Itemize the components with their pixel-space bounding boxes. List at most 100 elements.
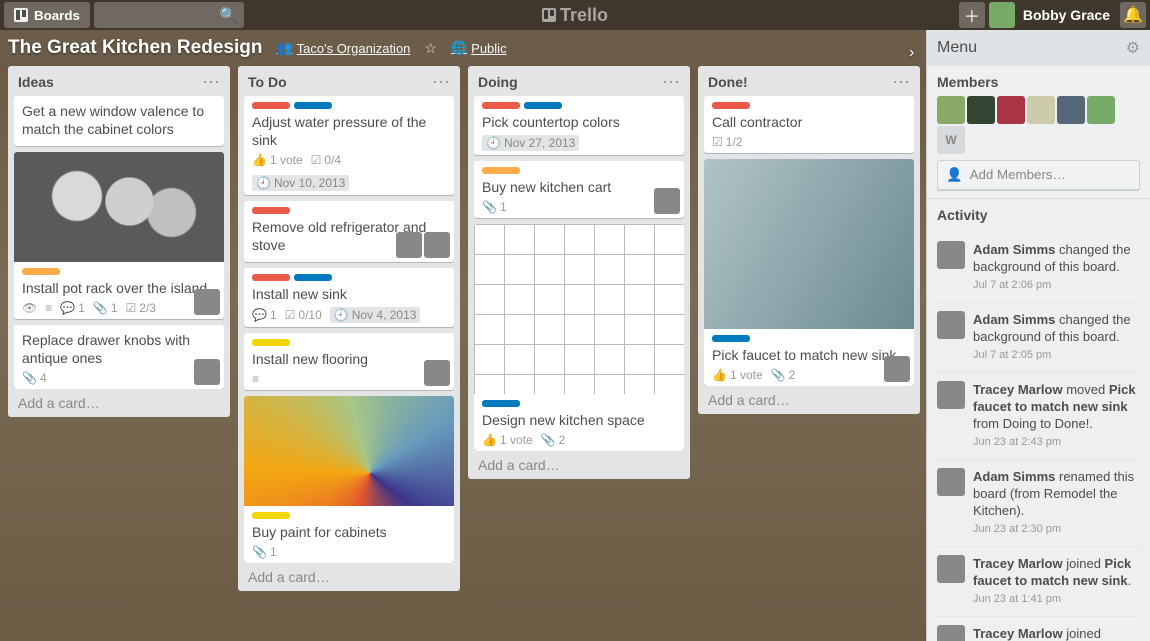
- board-title[interactable]: The Great Kitchen Redesign: [8, 37, 262, 59]
- list-menu-icon[interactable]: ⋯: [662, 77, 680, 87]
- label-red[interactable]: [712, 102, 750, 109]
- list-title[interactable]: Doing: [478, 74, 662, 90]
- badge-comments: 💬1: [60, 301, 85, 315]
- member-avatar[interactable]: [967, 96, 995, 124]
- member-avatar[interactable]: [396, 232, 422, 258]
- member-avatar[interactable]: [1057, 96, 1085, 124]
- board-canvas[interactable]: Ideas ⋯ Get a new window valence to matc…: [0, 66, 926, 641]
- desc-icon: ≡: [45, 301, 52, 315]
- card-labels: [252, 102, 446, 109]
- list-menu-icon[interactable]: ⋯: [202, 77, 220, 87]
- activity-actor[interactable]: Tracey Marlow: [973, 556, 1063, 571]
- globe-icon: 🌐: [451, 40, 467, 56]
- org-link[interactable]: 👥 Taco's Organization: [276, 40, 410, 56]
- member-avatar[interactable]: [937, 96, 965, 124]
- card[interactable]: Buy new kitchen cart📎1: [474, 161, 684, 218]
- user-avatar[interactable]: [989, 2, 1015, 28]
- label-orange[interactable]: [22, 268, 60, 275]
- boards-button[interactable]: Boards: [4, 2, 90, 28]
- activity-actor[interactable]: Tracey Marlow: [973, 626, 1063, 641]
- member-avatar[interactable]: [1027, 96, 1055, 124]
- member-avatar[interactable]: [997, 96, 1025, 124]
- gear-icon[interactable]: ⚙: [1126, 38, 1140, 58]
- boards-icon: [14, 8, 28, 22]
- badge-value: 1 vote: [730, 368, 763, 382]
- label-blue[interactable]: [524, 102, 562, 109]
- collapse-menu-icon[interactable]: ›: [909, 44, 914, 62]
- list-title[interactable]: To Do: [248, 74, 432, 90]
- member-avatar[interactable]: [194, 359, 220, 385]
- list-title[interactable]: Ideas: [18, 74, 202, 90]
- user-name[interactable]: Bobby Grace: [1023, 7, 1110, 23]
- card-badges: 📎1: [252, 545, 446, 559]
- label-red[interactable]: [252, 274, 290, 281]
- list-title[interactable]: Done!: [708, 74, 892, 90]
- member-avatar[interactable]: [884, 356, 910, 382]
- member-more[interactable]: W: [937, 126, 965, 154]
- card[interactable]: Install new flooring≡: [244, 333, 454, 390]
- add-members-button[interactable]: 👤 Add Members…: [937, 160, 1140, 190]
- badge-attach: 📎1: [93, 301, 118, 315]
- member-avatar[interactable]: [424, 232, 450, 258]
- add-card-link[interactable]: Add a card…: [474, 451, 684, 475]
- card[interactable]: Call contractor☑1/2: [704, 96, 914, 153]
- activity-avatar[interactable]: [937, 381, 965, 409]
- activity-actor[interactable]: Adam Simms: [973, 312, 1055, 327]
- activity-feed[interactable]: Adam Simms changed the background of thi…: [927, 229, 1150, 641]
- notifications-button[interactable]: 🔔: [1120, 2, 1146, 28]
- member-avatar[interactable]: [424, 360, 450, 386]
- card[interactable]: Pick countertop colors🕘Nov 27, 2013: [474, 96, 684, 155]
- card[interactable]: Design new kitchen space👍1 vote📎2: [474, 224, 684, 451]
- list-menu-icon[interactable]: ⋯: [432, 77, 450, 87]
- badge-check: ☑1/2: [712, 135, 742, 149]
- visibility-link[interactable]: 🌐 Public: [451, 40, 507, 56]
- card[interactable]: Pick faucet to match new sink👍1 vote📎2: [704, 159, 914, 386]
- card[interactable]: Adjust water pressure of the sink👍1 vote…: [244, 96, 454, 195]
- label-yellow[interactable]: [252, 512, 290, 519]
- badge-vote: 👍1 vote: [482, 433, 533, 447]
- create-button[interactable]: ＋: [959, 2, 985, 28]
- activity-actor[interactable]: Adam Simms: [973, 242, 1055, 257]
- activity-avatar[interactable]: [937, 468, 965, 496]
- list-menu-icon[interactable]: ⋯: [892, 77, 910, 87]
- search-icon[interactable]: 🔍: [219, 6, 238, 24]
- label-blue[interactable]: [482, 400, 520, 407]
- member-avatar[interactable]: [1087, 96, 1115, 124]
- card[interactable]: Install new sink💬1☑0/10🕘Nov 4, 2013: [244, 268, 454, 327]
- card[interactable]: Replace drawer knobs with antique ones📎4: [14, 325, 224, 389]
- trello-logo[interactable]: Trello: [542, 5, 608, 26]
- activity-avatar[interactable]: [937, 625, 965, 641]
- member-avatar[interactable]: [654, 188, 680, 214]
- label-blue[interactable]: [294, 274, 332, 281]
- activity-actor[interactable]: Tracey Marlow: [973, 382, 1063, 397]
- activity-avatar[interactable]: [937, 311, 965, 339]
- label-orange[interactable]: [482, 167, 520, 174]
- activity-avatar[interactable]: [937, 241, 965, 269]
- label-red[interactable]: [482, 102, 520, 109]
- label-red[interactable]: [252, 102, 290, 109]
- label-yellow[interactable]: [252, 339, 290, 346]
- member-avatar[interactable]: [194, 289, 220, 315]
- menu-panel: › Menu ⚙ Members W 👤 Add Members… Activi…: [926, 30, 1150, 641]
- badge-value: 1 vote: [270, 153, 303, 167]
- star-icon[interactable]: ☆: [424, 40, 437, 57]
- add-card-link[interactable]: Add a card…: [14, 389, 224, 413]
- badge-vote: 👍1 vote: [712, 368, 763, 382]
- card[interactable]: Install pot rack over the island👁≡💬1📎1☑2…: [14, 152, 224, 319]
- org-name: Taco's Organization: [297, 41, 411, 56]
- card[interactable]: Remove old refrigerator and stove: [244, 201, 454, 262]
- activity-text: joined: [1063, 626, 1101, 641]
- label-blue[interactable]: [294, 102, 332, 109]
- card[interactable]: Buy paint for cabinets📎1: [244, 396, 454, 563]
- add-card-link[interactable]: Add a card…: [244, 563, 454, 587]
- activity-actor[interactable]: Adam Simms: [973, 469, 1055, 484]
- card[interactable]: Get a new window valence to match the ca…: [14, 96, 224, 146]
- activity-avatar[interactable]: [937, 555, 965, 583]
- add-card-link[interactable]: Add a card…: [704, 386, 914, 410]
- vote-icon: 👍: [482, 433, 497, 447]
- label-blue[interactable]: [712, 335, 750, 342]
- visibility-label: Public: [471, 41, 506, 56]
- card-title: Install pot rack over the island: [22, 279, 216, 297]
- label-red[interactable]: [252, 207, 290, 214]
- members-row: W: [937, 96, 1140, 154]
